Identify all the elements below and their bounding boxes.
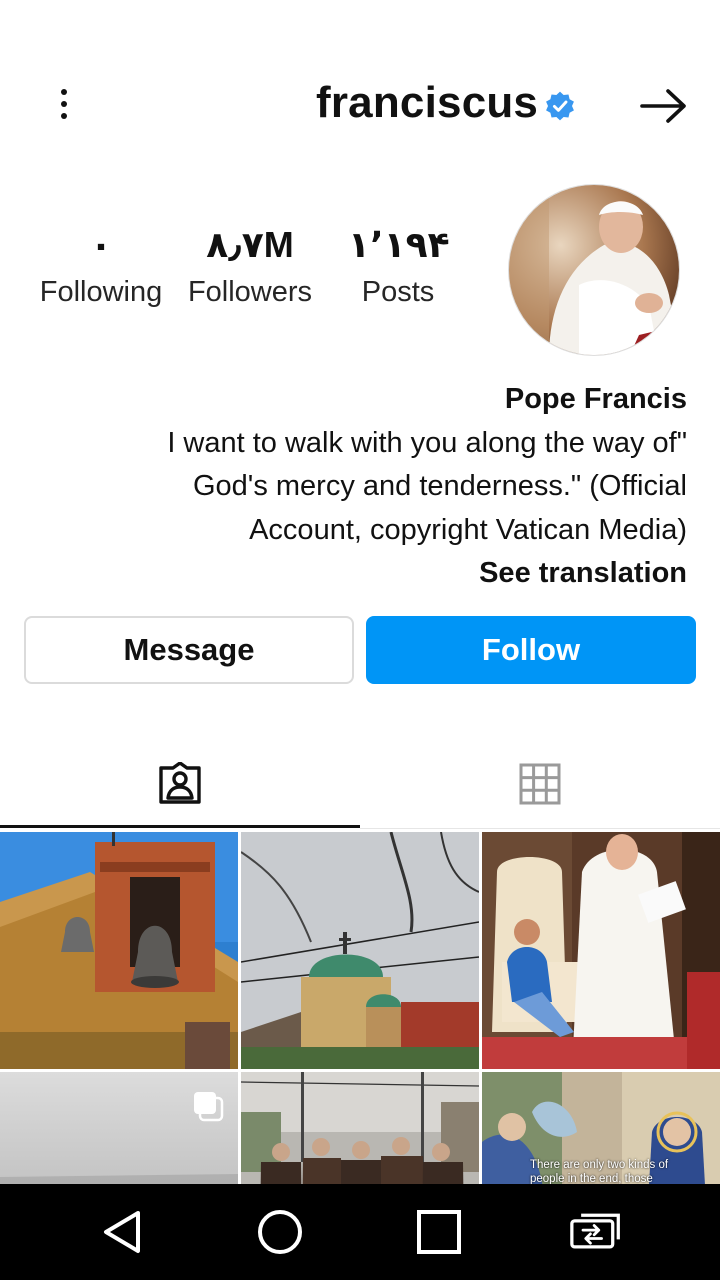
profile-bio: Pope Francis I want to walk with you alo… [67,378,687,596]
follow-button[interactable]: Follow [366,616,696,684]
following-label: Following [39,276,163,308]
bio-line: Account, copyright Vatican Media) [249,513,687,546]
system-nav-bar [0,1184,720,1280]
nav-home-icon[interactable] [254,1206,306,1258]
nav-back-icon[interactable] [96,1206,148,1258]
grid-post[interactable] [0,1072,238,1184]
grid-post[interactable]: There are only two kinds of people in th… [482,1072,720,1184]
post-thumbnail [482,832,720,1069]
username: franciscus [316,78,539,127]
avatar-image [509,185,679,355]
followers-stat[interactable]: ۸٫۷M Followers [180,220,320,314]
bio-line: God's mercy and tenderness." (Official [192,470,687,502]
message-button[interactable]: Message [24,616,354,684]
grid-post[interactable] [241,1072,479,1184]
profile-header: franciscus [0,60,720,150]
nav-recents-icon[interactable] [413,1206,465,1258]
post-thumbnail [0,832,238,1069]
profile-avatar[interactable] [508,184,680,356]
followers-count: ۸٫۷M [206,224,294,265]
post-thumbnail [241,1072,479,1184]
profile-stats: ۰ Following ۸٫۷M Followers ۱٬۱۹۴ Posts [0,220,500,330]
grid-post[interactable] [241,832,479,1069]
posts-count: ۱٬۱۹۴ [348,224,450,265]
verified-badge-icon [546,91,574,121]
posts-stat[interactable]: ۱٬۱۹۴ Posts [348,220,450,314]
tab-tagged[interactable] [0,740,360,828]
grid-post[interactable] [482,832,720,1069]
grid-post[interactable] [0,832,238,1069]
tagged-person-icon [159,761,201,804]
display-name: Pope Francis [504,383,687,415]
post-thumbnail [241,832,479,1069]
see-translation-link[interactable]: See translation [67,552,687,596]
arrow-right-icon[interactable] [638,86,690,126]
tab-grid[interactable] [360,740,720,828]
bio-line: I want to walk with you along the way of… [167,426,687,459]
following-count: ۰ [90,224,112,265]
post-grid: There are only two kinds of people in th… [0,832,720,1184]
more-options-icon[interactable] [44,84,84,124]
following-stat[interactable]: ۰ Following [30,220,172,314]
profile-tabs [0,740,720,830]
post-caption-overlay: There are only two kinds of people in th… [530,1159,669,1184]
post-thumbnail [0,1072,238,1184]
multiple-posts-icon [194,1092,224,1122]
tab-divider [360,828,720,829]
followers-label: Followers [187,276,313,308]
posts-label: Posts [361,276,435,308]
grid-icon [519,763,561,805]
nav-screen-switch-icon[interactable] [570,1206,622,1258]
